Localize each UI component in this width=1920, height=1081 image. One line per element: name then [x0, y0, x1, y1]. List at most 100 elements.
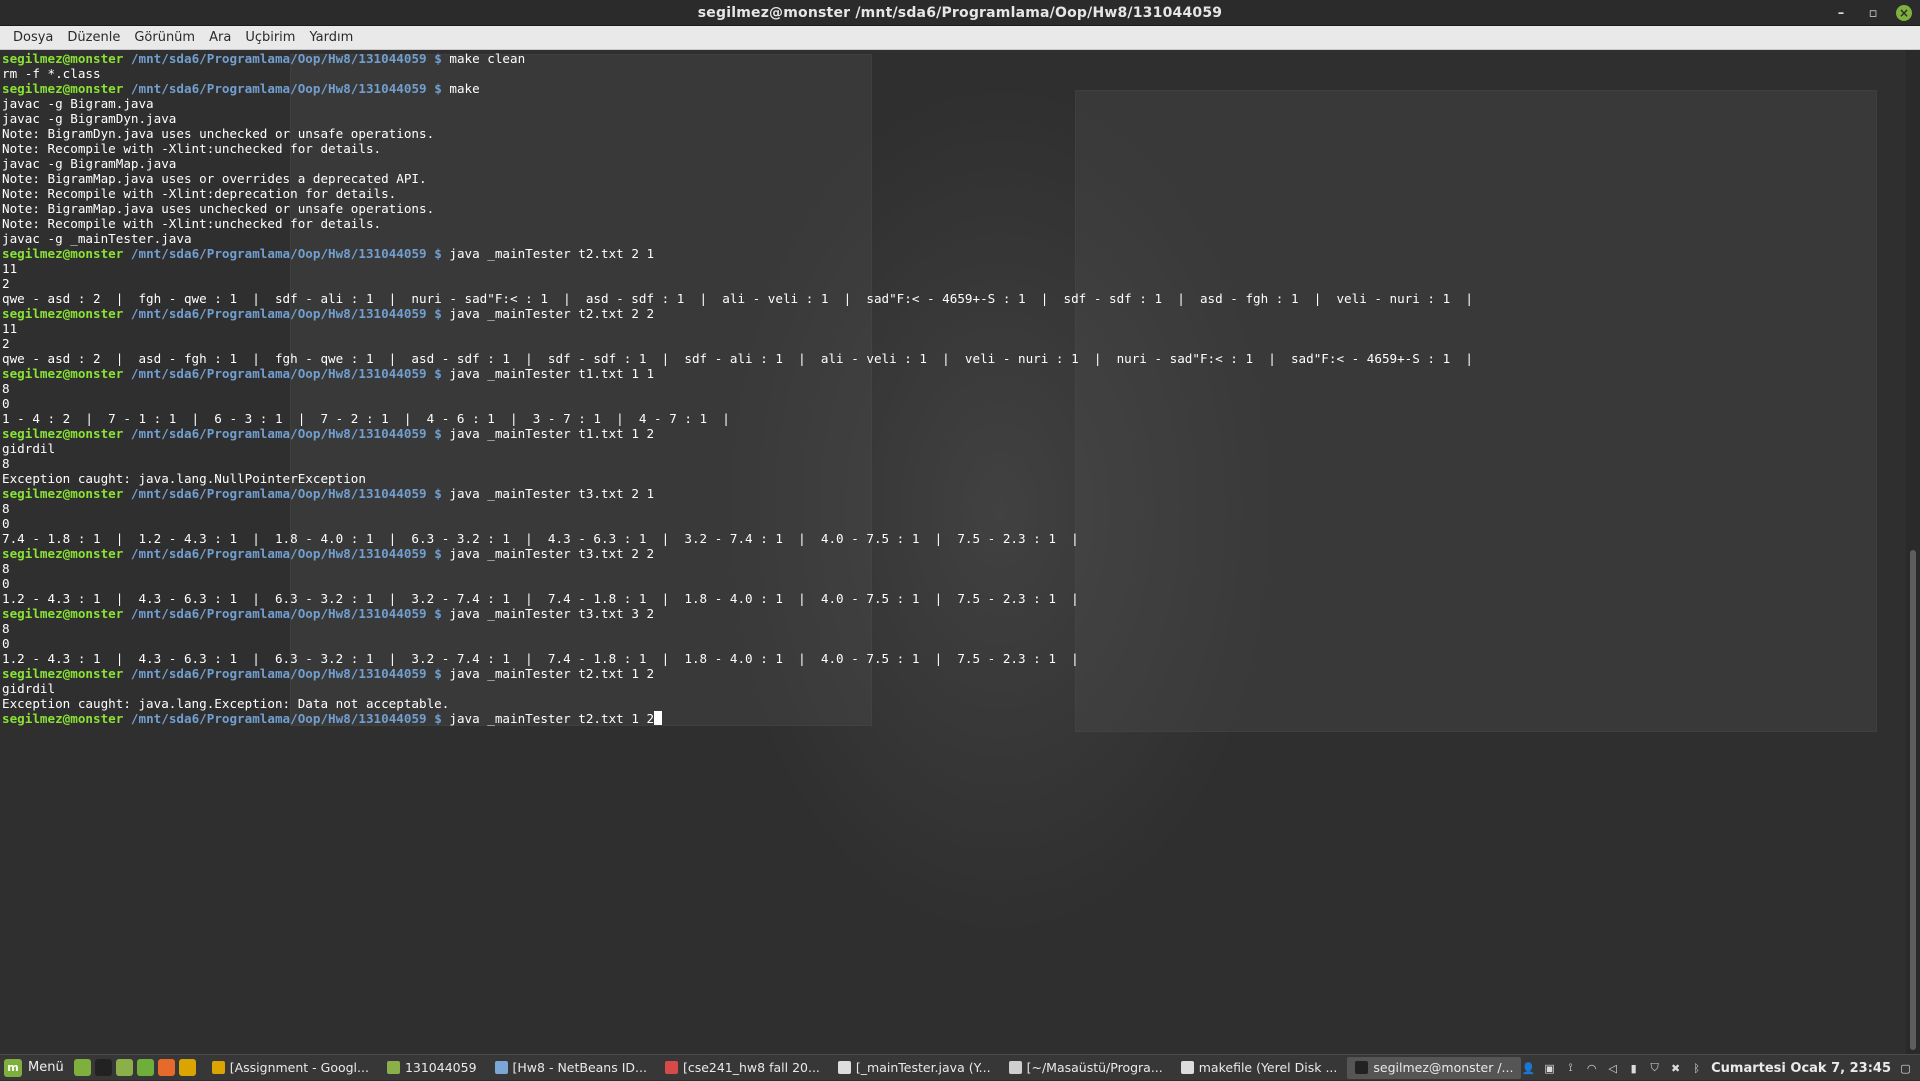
maximize-button[interactable]: ▫: [1864, 4, 1882, 22]
task-label: [~/Masaüstü/Progra...: [1026, 1060, 1163, 1075]
terminal-scrollbar[interactable]: [1906, 50, 1920, 1054]
terminal-output-line: 1.2 - 4.3 : 1 | 4.3 - 6.3 : 1 | 6.3 - 3.…: [2, 651, 1079, 666]
menu-help[interactable]: Yardım: [302, 30, 360, 45]
task-label: 131044059: [404, 1060, 477, 1075]
terminal-output-line: qwe - asd : 2 | asd - fgh : 1 | fgh - qw…: [2, 351, 1473, 366]
files-icon[interactable]: [115, 1059, 133, 1076]
terminal-output-line: 8: [2, 561, 10, 576]
window-title: segilmez@monster /mnt/sda6/Programlama/O…: [697, 4, 1223, 21]
prompt-user: segilmez@monster: [2, 666, 124, 681]
prompt-path: /mnt/sda6/Programlama/Oop/Hw8/131044059 …: [123, 81, 450, 96]
prompt-path: /mnt/sda6/Programlama/Oop/Hw8/131044059 …: [123, 51, 450, 66]
terminal-output-line: Note: BigramMap.java uses or overrides a…: [2, 171, 427, 186]
terminal-output-line: javac -g _mainTester.java: [2, 231, 192, 246]
terminal-prompt-line: segilmez@monster /mnt/sda6/Programlama/O…: [2, 246, 1473, 261]
prompt-user: segilmez@monster: [2, 711, 124, 726]
prompt-command: java _mainTester t2.txt 2 2: [449, 306, 655, 321]
prompt-user: segilmez@monster: [2, 366, 124, 381]
terminal-output-line: Note: BigramDyn.java uses unchecked or u…: [2, 126, 435, 141]
prompt-user: segilmez@monster: [2, 606, 124, 621]
terminal-prompt-line: segilmez@monster /mnt/sda6/Programlama/O…: [2, 486, 1473, 501]
prompt-path: /mnt/sda6/Programlama/Oop/Hw8/131044059 …: [123, 486, 450, 501]
terminal-area[interactable]: segilmez@monster /mnt/sda6/Programlama/O…: [0, 50, 1906, 1054]
taskbar-window-button[interactable]: [~/Masaüstü/Progra...: [1001, 1057, 1171, 1079]
clock[interactable]: Cumartesi Ocak 7, 23:45: [1711, 1061, 1891, 1076]
text-cursor: [654, 711, 663, 725]
menu-search[interactable]: Ara: [202, 30, 238, 45]
update-icon[interactable]: ✖: [1669, 1062, 1682, 1075]
window-titlebar[interactable]: segilmez@monster /mnt/sda6/Programlama/O…: [0, 0, 1920, 26]
prompt-command: java _mainTester t1.txt 1 1: [449, 366, 655, 381]
shield-icon[interactable]: ⛉: [1648, 1061, 1661, 1075]
menu-terminal[interactable]: Uçbirim: [238, 30, 302, 45]
terminal-prompt-line: segilmez@monster /mnt/sda6/Programlama/O…: [2, 426, 1473, 441]
tray-icons: 👤 ▣ ⟟ ◠ ◁ ▮ ⛉ ✖ ᛒ: [1522, 1061, 1703, 1075]
taskbar-window-button[interactable]: [_mainTester.java (Y...: [830, 1057, 999, 1079]
task-label: [_mainTester.java (Y...: [855, 1060, 991, 1075]
start-menu-button[interactable]: m Menü: [0, 1055, 74, 1081]
user-icon[interactable]: 👤: [1522, 1062, 1536, 1075]
task-label: makefile (Yerel Disk ...: [1198, 1060, 1338, 1075]
network-icon[interactable]: ⟟: [1564, 1061, 1577, 1075]
terminal-output-line: Exception caught: java.lang.NullPointerE…: [2, 471, 366, 486]
window-app-icon: [1355, 1061, 1369, 1074]
scrollbar-thumb[interactable]: [1910, 550, 1916, 1050]
terminal-output-line: Note: BigramMap.java uses unchecked or u…: [2, 201, 435, 216]
terminal-output-line: 0: [2, 516, 10, 531]
menu-view[interactable]: Görünüm: [127, 30, 202, 45]
window-app-icon: [386, 1061, 400, 1074]
menu-edit[interactable]: Düzenle: [60, 30, 127, 45]
notification-icon[interactable]: ▢: [1899, 1062, 1912, 1075]
prompt-path: /mnt/sda6/Programlama/Oop/Hw8/131044059 …: [123, 366, 450, 381]
taskbar-window-button[interactable]: [Hw8 - NetBeans ID...: [487, 1057, 655, 1079]
prompt-path: /mnt/sda6/Programlama/Oop/Hw8/131044059 …: [123, 246, 450, 261]
terminal-output-line: 11: [2, 321, 18, 336]
terminal-output-line: 1 - 4 : 2 | 7 - 1 : 1 | 6 - 3 : 1 | 7 - …: [2, 411, 730, 426]
clipboard-icon[interactable]: ▣: [1543, 1062, 1556, 1075]
window-app-icon: [1008, 1061, 1022, 1074]
prompt-user: segilmez@monster: [2, 81, 124, 96]
menu-file[interactable]: Dosya: [6, 30, 60, 45]
taskbar-window-button[interactable]: segilmez@monster /...: [1347, 1056, 1522, 1079]
window-app-icon: [837, 1061, 851, 1074]
bluetooth-icon[interactable]: ᛒ: [1690, 1062, 1703, 1075]
taskbar-window-button[interactable]: [Assignment - Googl...: [204, 1057, 377, 1079]
firefox-icon[interactable]: [157, 1059, 175, 1076]
terminal-output[interactable]: segilmez@monster /mnt/sda6/Programlama/O…: [2, 51, 1473, 726]
terminal-prompt-line: segilmez@monster /mnt/sda6/Programlama/O…: [2, 711, 1473, 726]
volume-icon[interactable]: ◁: [1606, 1062, 1619, 1075]
terminal-output-line: 2: [2, 276, 10, 291]
prompt-command: java _mainTester t2.txt 1 2: [449, 711, 655, 726]
window-app-icon: [211, 1061, 225, 1074]
window-controls: – ▫ ×: [1832, 0, 1912, 26]
prompt-command: java _mainTester t3.txt 3 2: [449, 606, 655, 621]
minimize-button[interactable]: –: [1832, 4, 1850, 22]
window-app-icon: [1180, 1061, 1194, 1074]
close-button[interactable]: ×: [1896, 5, 1912, 21]
prompt-path: /mnt/sda6/Programlama/Oop/Hw8/131044059 …: [123, 426, 450, 441]
wifi-icon[interactable]: ◠: [1585, 1062, 1598, 1075]
task-label: segilmez@monster /...: [1373, 1060, 1514, 1075]
taskbar-window-button[interactable]: 131044059: [379, 1057, 485, 1079]
browser-icon[interactable]: [136, 1059, 154, 1076]
prompt-user: segilmez@monster: [2, 486, 124, 501]
terminal-output-line: 8: [2, 501, 10, 516]
terminal-icon[interactable]: [94, 1059, 112, 1076]
window-app-icon: [494, 1061, 508, 1074]
terminal-prompt-line: segilmez@monster /mnt/sda6/Programlama/O…: [2, 366, 1473, 381]
prompt-user: segilmez@monster: [2, 51, 124, 66]
chrome-icon[interactable]: [178, 1059, 196, 1076]
mint-logo-icon: m: [4, 1058, 22, 1077]
terminal-output-line: Note: Recompile with -Xlint:unchecked fo…: [2, 216, 382, 231]
terminal-output-line: gidrdil: [2, 441, 56, 456]
taskbar-window-button[interactable]: makefile (Yerel Disk ...: [1173, 1057, 1346, 1079]
prompt-command: java _mainTester t2.txt 2 1: [449, 246, 655, 261]
system-tray: 👤 ▣ ⟟ ◠ ◁ ▮ ⛉ ✖ ᛒ Cumartesi Ocak 7, 23:45 ▢: [1522, 1055, 1920, 1081]
terminal-output-line: javac -g BigramMap.java: [2, 156, 177, 171]
battery-icon[interactable]: ▮: [1627, 1062, 1640, 1075]
prompt-user: segilmez@monster: [2, 246, 124, 261]
terminal-output-line: 7.4 - 1.8 : 1 | 1.2 - 4.3 : 1 | 1.8 - 4.…: [2, 531, 1079, 546]
taskbar-window-button[interactable]: [cse241_hw8 fall 20...: [657, 1057, 828, 1079]
show-desktop-icon[interactable]: [73, 1059, 91, 1076]
prompt-user: segilmez@monster: [2, 426, 124, 441]
